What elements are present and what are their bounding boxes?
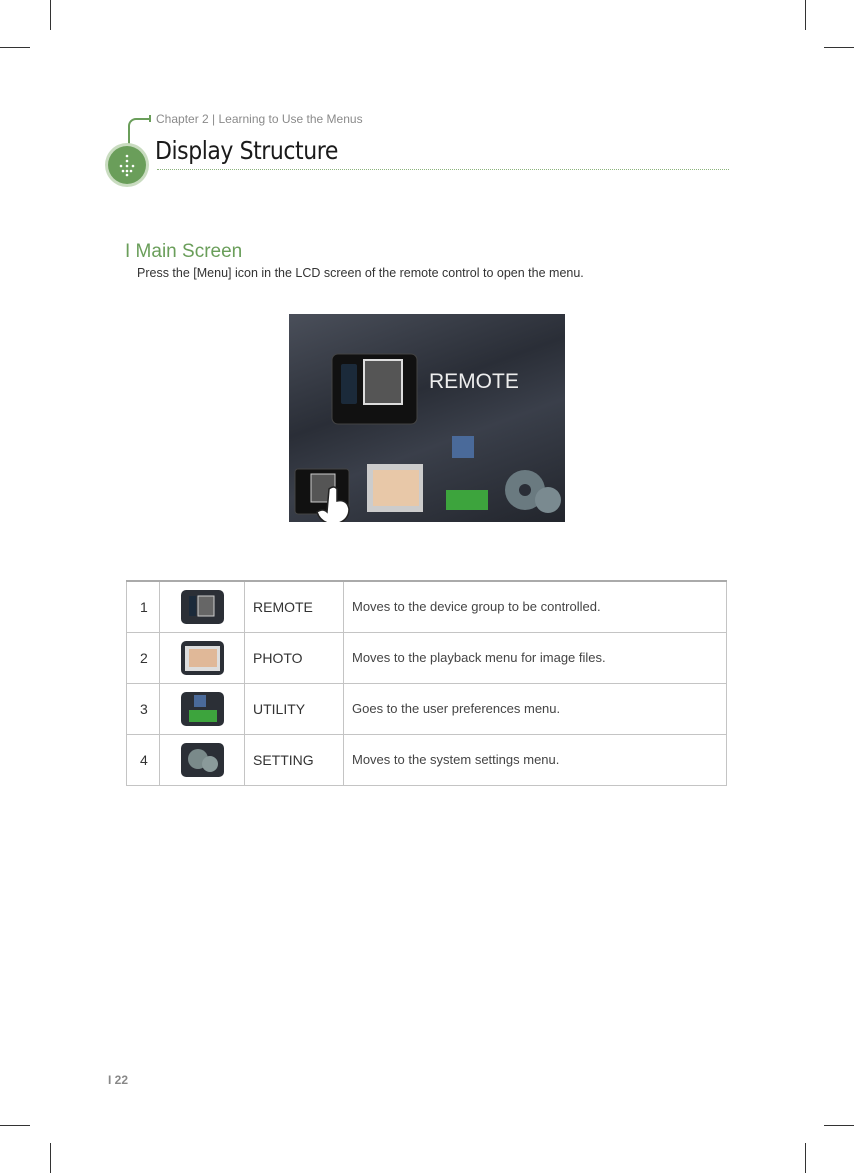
icon-cell: [159, 580, 245, 633]
row-number: 3: [126, 682, 160, 735]
row-label: REMOTE: [244, 580, 344, 633]
utility-icon: [446, 436, 488, 510]
setting-icon: [505, 470, 561, 513]
row-description: Moves to the system settings menu.: [343, 733, 727, 786]
crop-mark: [50, 1143, 51, 1173]
table-row: 1 REMOTE Moves to the device group to be…: [126, 580, 727, 633]
header-bracket-tick: [149, 115, 151, 122]
main-screen-image: REMOTE: [289, 314, 565, 522]
photo-icon: [180, 640, 224, 675]
crop-mark: [805, 1143, 806, 1173]
title-divider: [157, 169, 729, 170]
page-number: I 22: [108, 1073, 129, 1087]
table-row: 2 PHOTO Moves to the playback menu for i…: [126, 631, 727, 684]
menu-table: 1 REMOTE Moves to the device group to be…: [126, 580, 727, 786]
row-number: 1: [126, 580, 160, 633]
row-description: Moves to the playback menu for image fil…: [343, 631, 727, 684]
setting-icon: [180, 742, 224, 777]
chapter-dots-icon: [108, 146, 146, 184]
table-row: 4 SETTING Moves to the system settings m…: [126, 733, 727, 786]
screen-label: REMOTE: [429, 370, 519, 393]
crop-mark: [0, 1125, 30, 1126]
crop-mark: [824, 1125, 854, 1126]
crop-mark: [0, 47, 30, 48]
utility-icon: [180, 691, 224, 726]
row-description: Moves to the device group to be controll…: [343, 580, 727, 633]
row-number: 4: [126, 733, 160, 786]
row-label: UTILITY: [244, 682, 344, 735]
crop-mark: [50, 0, 51, 30]
section-intro: Press the [Menu] icon in the LCD screen …: [137, 266, 584, 280]
crop-mark: [824, 47, 854, 48]
icon-cell: [159, 733, 245, 786]
photo-icon: [367, 464, 423, 512]
icon-cell: [159, 682, 245, 735]
row-description: Goes to the user preferences menu.: [343, 682, 727, 735]
remote-icon: [180, 589, 224, 624]
crop-mark: [805, 0, 806, 30]
remote-device-large: [331, 353, 418, 425]
table-row: 3 UTILITY Goes to the user preferences m…: [126, 682, 727, 735]
row-label: PHOTO: [244, 631, 344, 684]
chapter-label: Chapter 2 | Learning to Use the Menus: [156, 112, 363, 126]
section-title: I Main Screen: [125, 241, 243, 262]
row-label: SETTING: [244, 733, 344, 786]
row-number: 2: [126, 631, 160, 684]
icon-cell: [159, 631, 245, 684]
page-title: Display Structure: [155, 136, 338, 165]
